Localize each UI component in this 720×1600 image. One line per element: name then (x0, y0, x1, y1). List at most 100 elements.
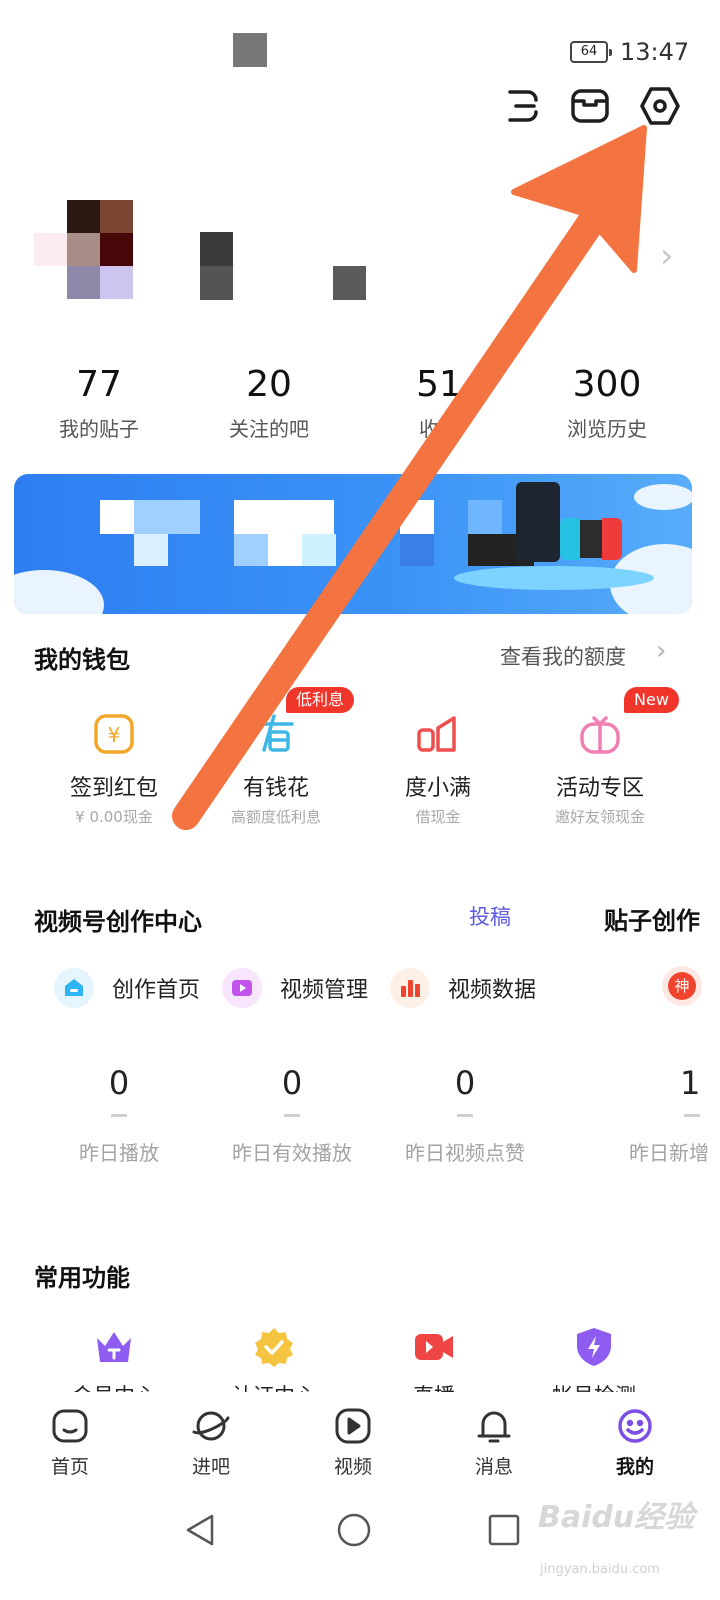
stat-history[interactable]: 300 浏览历史 (522, 364, 692, 442)
planet-icon (192, 1411, 230, 1441)
tab-home[interactable]: 首页 (20, 1406, 120, 1479)
wallet-item-sub: 借现金 (415, 808, 461, 826)
svg-text:¥: ¥ (108, 723, 121, 747)
wallet-item-sub: 邀好友领现金 (554, 808, 645, 826)
tab-video[interactable]: 视频 (303, 1406, 403, 1479)
promo-banner[interactable] (14, 474, 692, 614)
metric-yesterday-plays[interactable]: 0 昨日播放 (34, 1064, 204, 1166)
low-interest-badge: 低利息 (286, 687, 355, 713)
avatar[interactable] (34, 200, 134, 300)
metric-label: 昨日新增 (629, 1141, 709, 1165)
metric-valid-plays[interactable]: 0 昨日有效播放 (207, 1064, 377, 1166)
wallet-item-youqianhua[interactable]: 有钱花 高额度低利息 (196, 712, 356, 827)
wallet-item-title: 度小满 (404, 776, 471, 801)
creation-center-title: 视频号创作中心 (34, 908, 202, 936)
new-badge: New (624, 687, 679, 713)
home-nav-icon[interactable] (334, 1510, 374, 1550)
tab-mine[interactable]: 我的 (585, 1406, 685, 1479)
back-nav-icon[interactable] (182, 1510, 222, 1550)
creation-item-label: 视频数据 (448, 978, 537, 1003)
stat-value: 51 (416, 364, 462, 405)
stat-value: 20 (246, 364, 292, 405)
stat-label: 收藏 (419, 417, 459, 441)
metric-label: 昨日视频点赞 (405, 1141, 525, 1165)
creation-home-item[interactable]: 创作首页 (54, 968, 200, 1008)
video-manage-icon (222, 968, 262, 1008)
tab-label: 进吧 (191, 1456, 230, 1478)
metric-value: 0 (108, 1064, 130, 1102)
live-camera-icon (413, 1326, 455, 1368)
coin-icon: ¥ (92, 712, 136, 756)
baidu-watermark-url: jingyan.baidu.com (540, 1562, 660, 1577)
submit-button[interactable]: 投稿 (469, 901, 511, 931)
settings-gear-icon[interactable] (638, 84, 682, 128)
stat-followed-bars[interactable]: 20 关注的吧 (184, 364, 354, 442)
you-char-icon (254, 712, 298, 756)
tab-bars[interactable]: 进吧 (161, 1406, 261, 1479)
post-creation-title[interactable]: 贴子创作 (604, 901, 700, 936)
metric-label: 昨日有效播放 (232, 1141, 352, 1165)
metric-new[interactable]: 1 昨日新增 (620, 1064, 720, 1166)
stat-value: 300 (572, 364, 642, 405)
wallet-item-title: 活动专区 (555, 776, 644, 801)
metric-value: 0 (454, 1064, 476, 1102)
metric-label: 昨日播放 (79, 1141, 159, 1165)
scan-icon[interactable] (500, 84, 544, 128)
stat-label: 关注的吧 (229, 417, 309, 441)
tab-label: 我的 (615, 1456, 654, 1478)
bottom-tab-bar: 首页 进吧 视频 消息 我的 (0, 1392, 720, 1490)
crown-icon (93, 1326, 135, 1368)
video-manage-item[interactable]: 视频管理 (222, 968, 368, 1008)
wallet-item-sub: 高额度低利息 (230, 808, 321, 826)
wallet-item-title: 签到红包 (69, 776, 158, 801)
play-icon (335, 1408, 371, 1444)
creation-item-label: 视频管理 (280, 978, 369, 1003)
status-time: 13:47 (620, 38, 690, 66)
battery-icon: 64 (570, 41, 612, 63)
tab-label: 视频 (333, 1456, 372, 1478)
tab-messages[interactable]: 消息 (444, 1406, 544, 1479)
wallet-item-activity[interactable]: 活动专区 邀好友领现金 (520, 712, 680, 827)
tab-label: 消息 (474, 1456, 513, 1478)
shield-bolt-icon (573, 1326, 615, 1368)
shen-badge-text: 神 (668, 972, 696, 1000)
username[interactable] (200, 232, 370, 300)
tab-label: 首页 (50, 1456, 89, 1478)
smile-icon (618, 1409, 652, 1443)
metric-value: 1 (680, 1064, 701, 1102)
gift-icon (578, 712, 622, 756)
common-functions-title: 常用功能 (34, 1264, 130, 1292)
data-bars-icon (390, 968, 430, 1008)
home-tab-icon (52, 1409, 88, 1443)
duxiaoman-icon (416, 712, 460, 756)
video-data-item[interactable]: 视频数据 (390, 968, 536, 1008)
metric-value: 0 (281, 1064, 303, 1102)
stat-label: 我的贴子 (59, 417, 139, 441)
stat-favorites[interactable]: 51 收藏 (354, 364, 524, 442)
badge-check-icon (253, 1326, 295, 1368)
metric-divider (684, 1114, 700, 1117)
home-icon (54, 968, 94, 1008)
box-icon[interactable] (568, 84, 612, 128)
metric-divider (284, 1114, 300, 1117)
metric-divider (457, 1114, 473, 1117)
stat-posts[interactable]: 77 我的贴子 (14, 364, 184, 442)
status-notification-icon (233, 33, 267, 67)
metric-divider (111, 1114, 127, 1117)
wallet-chevron-icon[interactable]: › (656, 636, 666, 666)
profile-chevron-icon[interactable]: › (660, 236, 674, 276)
wallet-item-title: 有钱花 (242, 776, 309, 801)
wallet-item-checkin[interactable]: ¥ 签到红包 ¥ 0.00现金 (34, 712, 194, 827)
stat-label: 浏览历史 (567, 417, 647, 441)
bell-icon (477, 1411, 511, 1443)
metric-video-likes[interactable]: 0 昨日视频点赞 (380, 1064, 550, 1166)
recents-nav-icon[interactable] (484, 1510, 524, 1550)
wallet-title: 我的钱包 (34, 646, 130, 674)
wallet-item-duxiaoman[interactable]: 度小满 借现金 (358, 712, 518, 827)
post-creation-icon[interactable]: 神 (662, 966, 702, 1006)
creation-item-label: 创作首页 (112, 978, 201, 1003)
wallet-quota-link[interactable]: 查看我的额度 (500, 641, 626, 671)
baidu-watermark: Baidu经验 (538, 1500, 695, 1535)
stat-value: 77 (76, 364, 122, 405)
wallet-item-sub: ¥ 0.00现金 (75, 808, 153, 826)
